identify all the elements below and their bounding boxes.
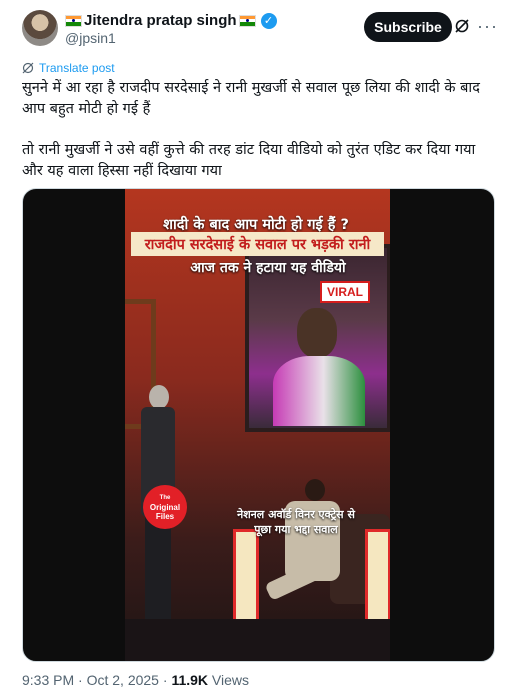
post-paragraph: तो रानी मुखर्जी ने उसे वहीं कुत्ते की तर… bbox=[22, 142, 476, 179]
author-name-row[interactable]: Jitendra pratap singh ✓ bbox=[65, 12, 277, 29]
india-flag-icon bbox=[65, 14, 82, 27]
post-header: Jitendra pratap singh ✓ @jpsin1 Subscrib… bbox=[22, 10, 502, 50]
viral-badge: VIRAL bbox=[320, 281, 370, 303]
meta-separator: · bbox=[78, 672, 83, 688]
subscribe-button[interactable]: Subscribe bbox=[364, 12, 452, 42]
translate-post-link[interactable]: Translate post bbox=[22, 61, 115, 75]
post-date[interactable]: Oct 2, 2025 bbox=[87, 672, 159, 688]
views-label: Views bbox=[211, 672, 250, 688]
translate-post-label[interactable]: Translate post bbox=[39, 61, 115, 75]
india-flag-icon bbox=[238, 14, 256, 27]
stage-floor bbox=[125, 619, 390, 661]
translate-icon bbox=[22, 62, 34, 74]
video-caption-line1: शादी के बाद आप मोटी हो गई हैं ? bbox=[163, 217, 349, 233]
verified-badge-icon: ✓ bbox=[260, 12, 277, 29]
logo-the-label: The bbox=[159, 494, 171, 501]
more-icon[interactable]: ··· bbox=[477, 16, 498, 37]
author-display-name[interactable]: Jitendra pratap singh bbox=[84, 12, 237, 29]
stage-pillar bbox=[233, 529, 259, 625]
channel-logo: The Original Files bbox=[143, 485, 187, 529]
video-player[interactable]: शादी के बाद आप मोटी हो गई हैं ? राजदीप स… bbox=[22, 188, 495, 662]
meta-separator: · bbox=[162, 672, 168, 688]
grok-icon[interactable] bbox=[454, 18, 470, 34]
author-handle[interactable]: @jpsin1 bbox=[65, 30, 116, 46]
views-count: 11.9K bbox=[171, 672, 209, 688]
video-frame[interactable]: शादी के बाद आप मोटी हो गई हैं ? राजदीप स… bbox=[125, 189, 390, 661]
video-caption-bottom: नेशनल अवॉर्ड विनर एक्ट्रेस से पूछा गया भ… bbox=[237, 508, 355, 536]
post-text: सुनने में आ रहा है राजदीप सरदेसाई ने रान… bbox=[22, 78, 492, 202]
guest-figure bbox=[264, 479, 345, 629]
post-paragraph: सुनने में आ रहा है राजदीप सरदेसाई ने रान… bbox=[22, 80, 480, 117]
post-time[interactable]: 9:33 PM bbox=[22, 672, 74, 688]
avatar[interactable] bbox=[22, 10, 58, 46]
video-caption-line3: आज तक ने हटाया यह वीडियो bbox=[190, 260, 346, 276]
video-caption-line2: राजदीप सरदेसाई के सवाल पर भड़की रानी bbox=[131, 232, 384, 256]
stage-pillar bbox=[365, 529, 390, 625]
post-meta: 9:33 PM · Oct 2, 2025 · 11.9K Views bbox=[22, 672, 249, 688]
logo-label: Original Files bbox=[149, 502, 181, 521]
